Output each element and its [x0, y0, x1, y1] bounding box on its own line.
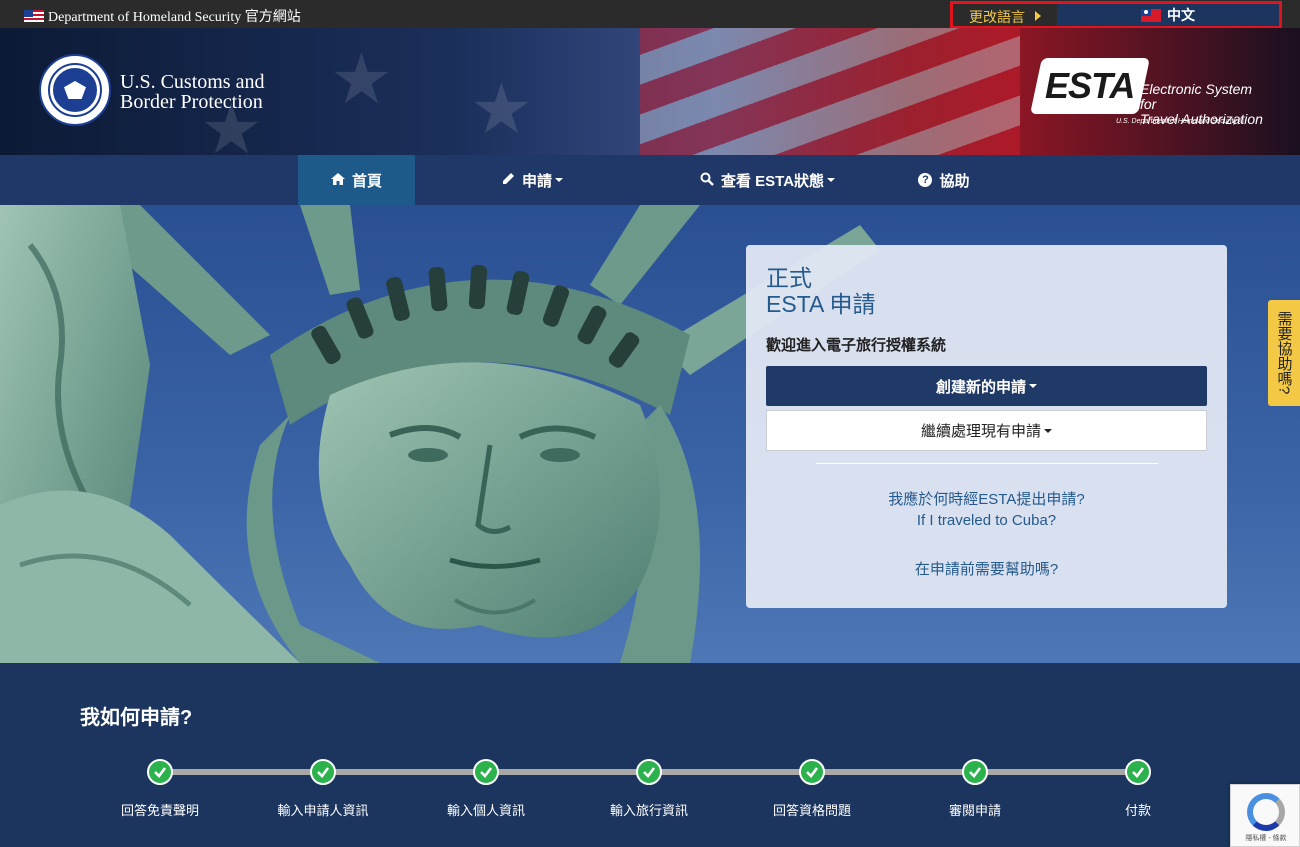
step-label: 付款	[1124, 803, 1151, 818]
caret-down-icon	[827, 178, 836, 182]
step-check-icon	[1125, 759, 1151, 785]
create-new-application-button[interactable]: 創建新的申請	[766, 366, 1207, 406]
change-language-label: 更改語言	[969, 9, 1025, 25]
step-check-icon	[636, 759, 662, 785]
card-title-line1: 正式	[766, 265, 812, 291]
how-to-apply-heading: 我如何申請?	[80, 707, 193, 729]
home-icon	[330, 172, 345, 188]
step-check-icon	[147, 759, 173, 785]
question-circle-icon: ?	[918, 173, 933, 187]
recaptcha-badge[interactable]: 隱私權 - 條款	[1230, 784, 1300, 847]
star-decoration-icon: ★	[470, 70, 533, 148]
nav-item-apply[interactable]: 申請	[470, 155, 595, 205]
create-new-application-label: 創建新的申請	[935, 378, 1026, 396]
step-label: 審閱申請	[948, 803, 1001, 818]
star-decoration-icon: ★	[330, 40, 393, 118]
nav-item-label: 查看 ESTA狀態	[720, 172, 825, 190]
recaptcha-icon	[1247, 793, 1285, 831]
nav-item-label: 申請	[521, 172, 552, 190]
official-site-text: Department of Homeland Security 官方網站	[48, 10, 301, 25]
welcome-text: 歡迎進入電子旅行授權系統	[766, 337, 947, 354]
step-check-icon	[473, 759, 499, 785]
step-label: 輸入旅行資訊	[609, 803, 688, 818]
change-language-button[interactable]: 更改語言	[953, 4, 1057, 26]
esta-dhs-tagline: U.S. Department of Homeland Security ®	[1116, 118, 1245, 125]
pencil-icon	[502, 172, 515, 188]
step-label: 輸入個人資訊	[446, 803, 525, 818]
agency-title-line2: Border Protection	[120, 91, 263, 113]
when-to-apply-link[interactable]: 我應於何時經ESTA提出申請?	[746, 488, 1227, 509]
agency-title-line1: U.S. Customs and	[120, 71, 265, 93]
flag-stripes-background	[640, 28, 1020, 155]
how-to-apply-section: 我如何申請? 回答免責聲明 輸入申請人資訊 輸入個人資訊 輸入旅行資訊 回答資格…	[0, 663, 1300, 847]
current-language-label: 中文	[1167, 7, 1195, 23]
step-check-icon	[962, 759, 988, 785]
step-label: 回答免責聲明	[120, 803, 199, 818]
step-check-icon	[799, 759, 825, 785]
card-title: 正式 ESTA 申請	[766, 265, 876, 317]
official-site-banner: Department of Homeland Security 官方網站	[24, 6, 301, 26]
us-flag-icon	[24, 10, 44, 22]
site-header: ★ ★ ★ U.S. Customs and Border Protection…	[0, 28, 1300, 155]
step-check-icon	[310, 759, 336, 785]
step-label: 回答資格問題	[772, 803, 851, 818]
agency-title[interactable]: U.S. Customs and Border Protection	[120, 72, 264, 112]
continue-existing-application-label: 繼續處理現有申請	[920, 423, 1041, 440]
current-language-button[interactable]: 中文	[1057, 4, 1279, 26]
hero-banner: 正式 ESTA 申請 歡迎進入電子旅行授權系統 創建新的申請 繼續處理現有申請 …	[0, 205, 1300, 663]
main-nav: 首頁 申請 查看 ESTA狀態 ? 協助	[0, 155, 1300, 205]
recaptcha-terms-link[interactable]: 隱私權 - 條款	[1231, 833, 1300, 843]
need-help-before-applying-link[interactable]: 在申請前需要幫助嗎?	[746, 558, 1227, 579]
traveled-to-cuba-link[interactable]: If I traveled to Cuba?	[746, 512, 1227, 529]
caret-down-icon	[1029, 384, 1037, 388]
top-bar: Department of Homeland Security 官方網站 更改語…	[0, 0, 1300, 29]
need-help-tab[interactable]: 需要協助嗎?	[1268, 300, 1300, 406]
caret-down-icon	[555, 178, 563, 182]
search-icon	[700, 172, 714, 189]
taiwan-flag-icon	[1141, 8, 1161, 22]
dhs-seal-logo[interactable]	[39, 54, 111, 126]
esta-logo[interactable]: ESTA Electronic System for Travel Author…	[1030, 58, 1266, 128]
continue-existing-application-button[interactable]: 繼續處理現有申請	[766, 410, 1207, 451]
application-card: 正式 ESTA 申請 歡迎進入電子旅行授權系統 創建新的申請 繼續處理現有申請 …	[746, 245, 1227, 608]
card-title-line2: ESTA 申請	[766, 291, 876, 317]
nav-item-help[interactable]: ? 協助	[905, 155, 983, 205]
nav-item-label: 首頁	[351, 172, 382, 190]
triangle-right-icon	[1035, 11, 1041, 21]
nav-item-home[interactable]: 首頁	[298, 155, 415, 205]
esta-mark: ESTA	[1030, 58, 1150, 114]
nav-item-check-status[interactable]: 查看 ESTA狀態	[690, 155, 845, 205]
nav-item-label: 協助	[939, 172, 970, 190]
language-selector[interactable]: 更改語言 中文	[950, 1, 1282, 29]
card-divider	[816, 463, 1158, 464]
step-label: 輸入申請人資訊	[277, 803, 369, 818]
caret-down-icon	[1044, 428, 1052, 433]
